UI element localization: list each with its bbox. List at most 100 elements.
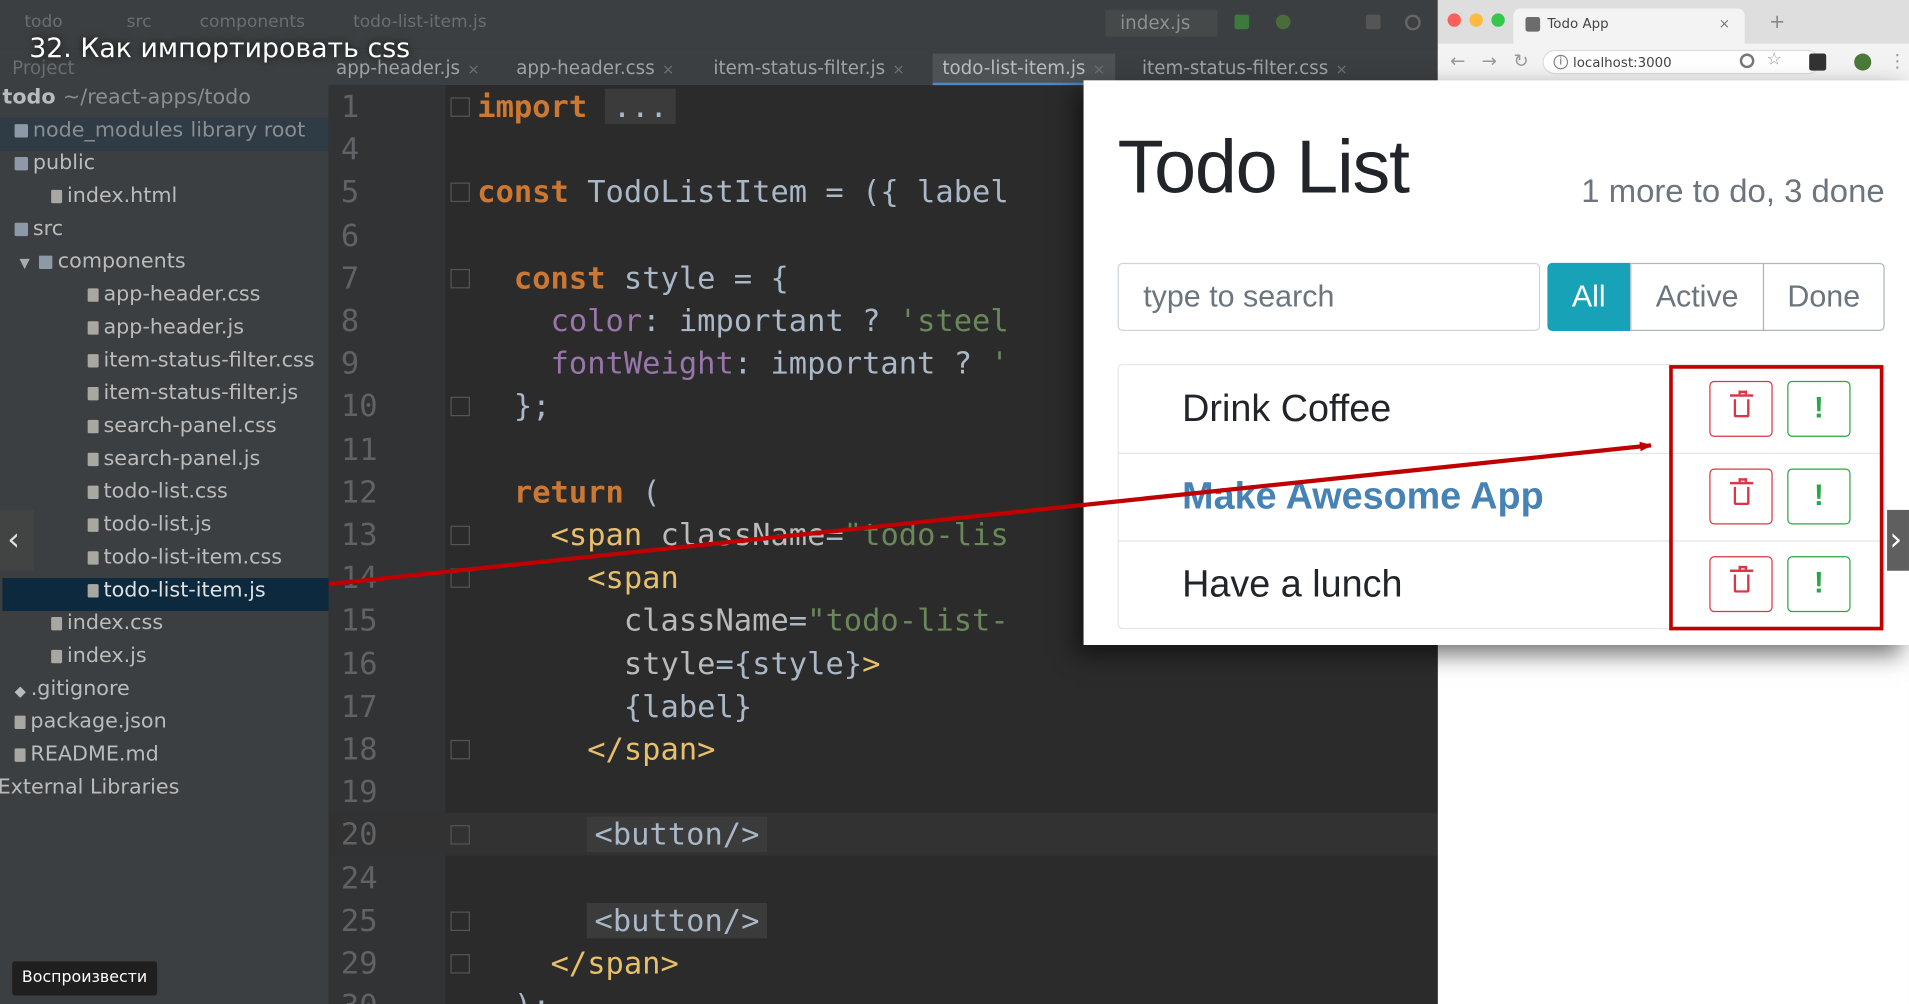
maximize-window-icon[interactable] xyxy=(1491,13,1505,27)
code-line[interactable]: 20 <button/> xyxy=(328,813,1438,857)
back-icon[interactable]: ← xyxy=(1450,50,1465,72)
breadcrumb-item[interactable]: todo xyxy=(24,12,62,31)
code-line[interactable]: 25 <button/> xyxy=(329,899,1438,942)
tree-item-item-status-filter-js[interactable]: item-status-filter.js xyxy=(87,381,298,414)
breadcrumb-item[interactable]: src xyxy=(127,12,152,31)
debug-icon[interactable] xyxy=(1275,14,1291,30)
fold-toggle-icon[interactable] xyxy=(450,825,470,846)
tree-item-external-libraries[interactable]: External Libraries xyxy=(0,775,179,808)
breadcrumb-item[interactable]: todo-list-item.js xyxy=(353,12,487,31)
filter-all-button[interactable]: All xyxy=(1547,262,1631,332)
video-frame: todo src components todo-list-item.js in… xyxy=(0,0,1909,1004)
extension-icon[interactable] xyxy=(1809,53,1827,71)
tree-item-search-panel-css[interactable]: search-panel.css xyxy=(87,414,277,447)
close-icon[interactable]: × xyxy=(467,61,479,78)
fold-toggle-icon[interactable] xyxy=(450,568,470,589)
code-line[interactable]: 18 </span> xyxy=(329,728,1438,771)
run-icon[interactable] xyxy=(1234,14,1250,30)
todo-item-label[interactable]: Have a lunch xyxy=(1182,562,1402,606)
code-line[interactable]: 17 {label} xyxy=(329,685,1438,728)
search-icon[interactable] xyxy=(1404,14,1421,31)
tree-item-todo-list-item-js[interactable]: todo-list-item.js xyxy=(2,578,329,611)
line-number: 20 xyxy=(340,817,378,853)
close-icon[interactable]: × xyxy=(662,61,674,78)
tree-item-todo-list-item-css[interactable]: todo-list-item.css xyxy=(87,545,282,578)
browser-tab[interactable]: Todo App × xyxy=(1513,8,1745,44)
search-input[interactable]: type to search xyxy=(1117,262,1541,332)
fold-toggle-icon[interactable] xyxy=(450,97,470,117)
code-line[interactable]: 19 xyxy=(329,771,1438,814)
tree-item-todo-list-js[interactable]: todo-list.js xyxy=(87,512,211,545)
close-icon[interactable]: × xyxy=(1336,61,1348,78)
tree-item-label: .gitignore xyxy=(30,676,130,701)
line-number: 16 xyxy=(340,645,378,682)
tree-item-app-header-js[interactable]: app-header.js xyxy=(87,315,244,348)
close-window-icon[interactable] xyxy=(1447,13,1461,27)
code-line[interactable]: 16 style={style}> xyxy=(329,642,1438,685)
tree-item-node-modules[interactable]: node_modules library root xyxy=(0,118,329,151)
stop-icon[interactable] xyxy=(1366,14,1381,30)
tree-item-path: ~/react-apps/todo xyxy=(62,85,251,110)
star-icon[interactable]: ☆ xyxy=(1767,50,1782,69)
close-tab-icon[interactable]: × xyxy=(1719,9,1730,41)
code-line[interactable]: 24 xyxy=(329,856,1438,899)
previous-slide-button[interactable]: ‹ xyxy=(0,509,35,571)
close-icon[interactable]: × xyxy=(1093,61,1105,78)
tree-item-readme[interactable]: README.md xyxy=(14,742,159,775)
tab-item-status-filter-js[interactable]: item-status-filter.js × xyxy=(713,54,904,83)
tree-item-app-header-css[interactable]: app-header.css xyxy=(87,282,261,315)
fold-toggle-icon[interactable] xyxy=(450,954,470,974)
play-button[interactable]: Воспроизвести xyxy=(12,961,157,996)
tree-item-search-panel-js[interactable]: search-panel.js xyxy=(87,447,261,480)
tab-label: app-header.css xyxy=(516,57,655,80)
chevron-down-icon[interactable]: ▼ xyxy=(19,256,29,272)
tree-item-index-css[interactable]: index.css xyxy=(51,611,163,644)
tree-item-note: library root xyxy=(190,118,306,143)
reload-icon[interactable]: ↻ xyxy=(1513,50,1528,72)
run-configuration-select[interactable]: index.js xyxy=(1105,9,1218,37)
code-line[interactable]: 29 </span> xyxy=(329,942,1438,985)
git-icon: ◆ xyxy=(14,682,26,700)
chevron-right-icon: › xyxy=(1889,522,1903,559)
filter-active-button[interactable]: Active xyxy=(1630,262,1765,332)
minimize-window-icon[interactable] xyxy=(1469,13,1483,27)
line-number: 4 xyxy=(340,131,360,167)
tree-item-todo-list-css[interactable]: todo-list.css xyxy=(87,479,228,512)
tab-app-header-css[interactable]: app-header.css × xyxy=(516,54,674,83)
fold-toggle-icon[interactable] xyxy=(450,268,470,289)
fold-toggle-icon[interactable] xyxy=(450,525,470,546)
tree-item-public[interactable]: public xyxy=(14,151,95,184)
forward-icon[interactable]: → xyxy=(1482,50,1497,72)
breadcrumb-item[interactable]: components xyxy=(200,12,305,31)
close-icon[interactable]: × xyxy=(893,61,905,78)
todo-item-label[interactable]: Drink Coffee xyxy=(1182,387,1391,431)
tree-item-index-html[interactable]: index.html xyxy=(51,184,177,217)
code-text: </span> xyxy=(587,731,716,767)
todo-item-label[interactable]: Make Awesome App xyxy=(1182,475,1543,519)
tree-item-components[interactable]: ▼ components xyxy=(19,249,185,282)
next-slide-button[interactable]: › xyxy=(1887,509,1909,571)
file-icon xyxy=(87,320,99,335)
zoom-icon[interactable] xyxy=(1739,53,1755,69)
tree-item-item-status-filter-css[interactable]: item-status-filter.css xyxy=(87,348,315,381)
tree-item-gitignore[interactable]: ◆ .gitignore xyxy=(15,677,130,710)
code-line[interactable]: 30 ); xyxy=(329,985,1438,1004)
folder-icon xyxy=(14,123,29,137)
tree-item-label: app-header.css xyxy=(103,282,261,307)
menu-icon[interactable]: ⋮ xyxy=(1888,50,1906,72)
line-number: 12 xyxy=(340,474,378,510)
fold-toggle-icon[interactable] xyxy=(450,397,470,417)
fold-toggle-icon[interactable] xyxy=(450,739,470,760)
tree-item-index-js[interactable]: index.js xyxy=(51,644,147,677)
tree-item-label: index.css xyxy=(66,610,164,636)
filter-done-button[interactable]: Done xyxy=(1762,262,1885,332)
tree-item-root[interactable]: todo ~/react-apps/todo xyxy=(2,85,250,118)
tree-item-package-json[interactable]: package.json xyxy=(14,709,167,742)
tab-item-status-filter-css[interactable]: item-status-filter.css × xyxy=(1142,54,1348,83)
file-icon xyxy=(87,386,99,400)
fold-toggle-icon[interactable] xyxy=(450,911,470,931)
tree-item-src[interactable]: src xyxy=(14,217,63,250)
profile-avatar[interactable] xyxy=(1854,53,1872,71)
new-tab-icon[interactable]: + xyxy=(1769,10,1785,33)
fold-toggle-icon[interactable] xyxy=(450,183,470,203)
